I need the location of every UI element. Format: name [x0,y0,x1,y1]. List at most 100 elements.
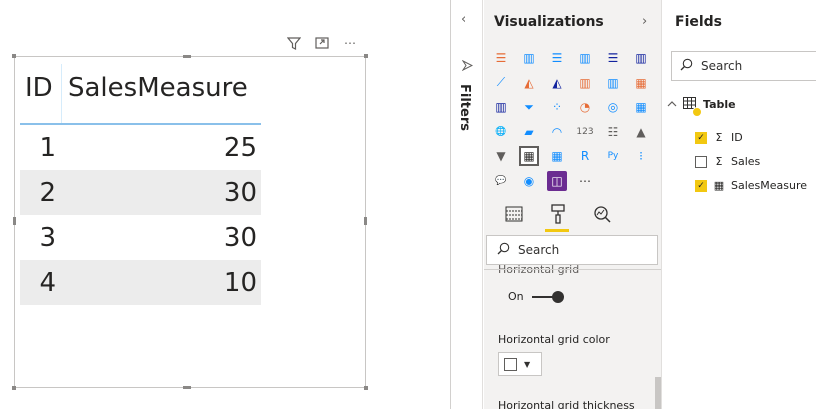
card-icon[interactable]: 123 [575,122,595,142]
resize-handle[interactable] [12,386,16,390]
map-icon[interactable]: 🌐 [491,122,511,142]
column-header-salesmeasure[interactable]: SalesMeasure [62,64,261,123]
resize-handle[interactable] [183,55,191,58]
format-pane-scrollbar[interactable] [655,377,661,409]
search-placeholder: Search [518,243,560,257]
caret-down-icon: ▼ [524,359,531,369]
collapse-visualizations-icon[interactable]: › [642,14,647,29]
python-visual-icon[interactable]: Py [603,146,623,166]
filters-label[interactable]: Filters [457,84,472,131]
stacked-bar-chart-icon[interactable]: ☰ [491,48,511,68]
toggle-state-label: On [508,290,524,303]
fields-title: Fields [675,14,723,30]
visual-header: ⋯ [286,36,358,50]
100-stacked-bar-chart-icon[interactable]: ☰ [603,48,623,68]
format-tab-icon[interactable] [546,202,570,226]
fields-pane: Fields Search Table ✓ Σ ID Σ Sales ✓ ▦ S… [663,0,816,409]
line-and-clustered-column-icon[interactable]: ▥ [603,73,623,93]
clustered-column-chart-icon[interactable]: ▥ [575,48,595,68]
treemap-icon[interactable]: ▦ [631,97,651,117]
resize-handle[interactable] [13,217,16,225]
toggle-knob [551,290,564,303]
field-checkbox[interactable]: ✓ [695,179,707,192]
resize-handle[interactable] [364,217,367,225]
stacked-area-chart-icon[interactable]: ◭ [547,73,567,93]
search-placeholder: Search [701,59,743,73]
measure-calculator-icon: ▦ [713,179,725,192]
table-icon[interactable]: ▦ [519,146,539,167]
chevron-up-icon[interactable] [667,99,677,110]
donut-chart-icon[interactable]: ◎ [603,97,623,117]
horizontal-grid-toggle[interactable]: On [508,290,564,303]
matrix-icon[interactable]: ▦ [547,146,567,166]
area-chart-icon[interactable]: ◭ [519,73,539,93]
clustered-bar-chart-icon[interactable]: ☰ [547,48,567,68]
stacked-column-chart-icon[interactable]: ▥ [519,48,539,68]
ribbon-chart-icon[interactable]: ▦ [631,73,651,93]
field-item-sales[interactable]: Σ Sales [695,155,760,168]
sigma-icon: Σ [715,131,723,144]
table-cell: 10 [223,267,257,298]
filters-pane-collapsed[interactable]: ‹ Filters [451,0,483,409]
format-search-input[interactable]: Search [486,235,658,265]
table-cell: 1 [39,132,56,163]
horizontal-grid-thickness-label: Horizontal grid thickness [498,399,635,409]
field-checkbox[interactable] [695,155,707,168]
table-cell: 30 [223,177,257,208]
custom-visual-icon[interactable]: ◫ [547,170,567,191]
field-label: ID [731,131,743,144]
field-item-salesmeasure[interactable]: ✓ ▦ SalesMeasure [695,179,807,192]
search-divider [484,269,661,270]
qa-icon[interactable]: 💬 [491,171,511,191]
visual-type-gallery: ☰ ▥ ☰ ▥ ☰ ▥ ⟋ ◭ ◭ ▥ ▥ ▦ ▥ ⏷ ⁘ ◔ ◎ ▦ 🌐 ▰ ◠ 123 ☷ ▲ ▼ ▦ ▦ R Py ⁝ 💬 ◉ ◫ ⋯ [491,48,653,193]
resize-handle[interactable] [183,386,191,389]
pie-chart-icon[interactable]: ◔ [575,97,595,117]
table-icon [683,97,702,117]
table-cell: 4 [39,267,56,298]
column-header-id[interactable]: ID [20,64,62,123]
more-visuals-icon[interactable]: ⋯ [575,171,595,191]
kpi-icon[interactable]: ▲ [631,122,651,142]
table-row: 3 30 [20,215,261,260]
slicer-icon[interactable]: ▼ [491,146,511,166]
filter-icon[interactable] [286,36,302,50]
table-row: 2 30 [20,170,261,215]
r-visual-icon[interactable]: R [575,146,595,166]
table-row: 1 25 [20,125,261,170]
focus-mode-icon[interactable] [314,36,330,50]
more-options-icon[interactable]: ⋯ [342,36,358,50]
filled-map-icon[interactable]: ▰ [519,122,539,142]
resize-handle[interactable] [364,54,368,58]
table-in-use-badge [692,107,702,117]
line-chart-icon[interactable]: ⟋ [491,73,511,93]
report-canvas: ⋯ ID SalesMeasure 1 25 2 30 3 30 4 10 [0,0,450,409]
field-table-node[interactable]: Table [667,97,736,117]
gauge-icon[interactable]: ◠ [547,122,567,142]
multi-row-card-icon[interactable]: ☷ [603,122,623,142]
expand-filters-icon[interactable]: ‹ [461,12,466,27]
arcgis-map-icon[interactable]: ◉ [519,171,539,191]
table-cell: 3 [39,222,56,253]
data-table: ID SalesMeasure 1 25 2 30 3 30 4 10 [20,64,261,305]
table-cell: 25 [223,132,257,163]
field-item-id[interactable]: ✓ Σ ID [695,131,743,144]
powerbi-report-view: ⋯ ID SalesMeasure 1 25 2 30 3 30 4 10 ‹ … [0,0,816,409]
field-checkbox[interactable]: ✓ [695,131,707,144]
visualizations-title: Visualizations [494,14,604,30]
key-influencers-icon[interactable]: ⁝ [631,146,651,166]
waterfall-chart-icon[interactable]: ▥ [491,97,511,117]
color-swatch [504,357,517,371]
resize-handle[interactable] [364,386,368,390]
line-and-stacked-column-icon[interactable]: ▥ [575,73,595,93]
analytics-tab-icon[interactable] [590,202,614,226]
100-stacked-column-chart-icon[interactable]: ▥ [631,48,651,68]
toggle-switch[interactable] [531,290,564,303]
visualization-tabs [502,202,614,232]
funnel-chart-icon[interactable]: ⏷ [519,97,539,117]
fields-tab-icon[interactable] [502,202,526,226]
horizontal-grid-color-picker[interactable]: ▼ [498,352,542,376]
table-cell: 2 [39,177,56,208]
fields-search-input[interactable]: Search [671,51,816,81]
scatter-chart-icon[interactable]: ⁘ [547,97,567,117]
resize-handle[interactable] [12,54,16,58]
